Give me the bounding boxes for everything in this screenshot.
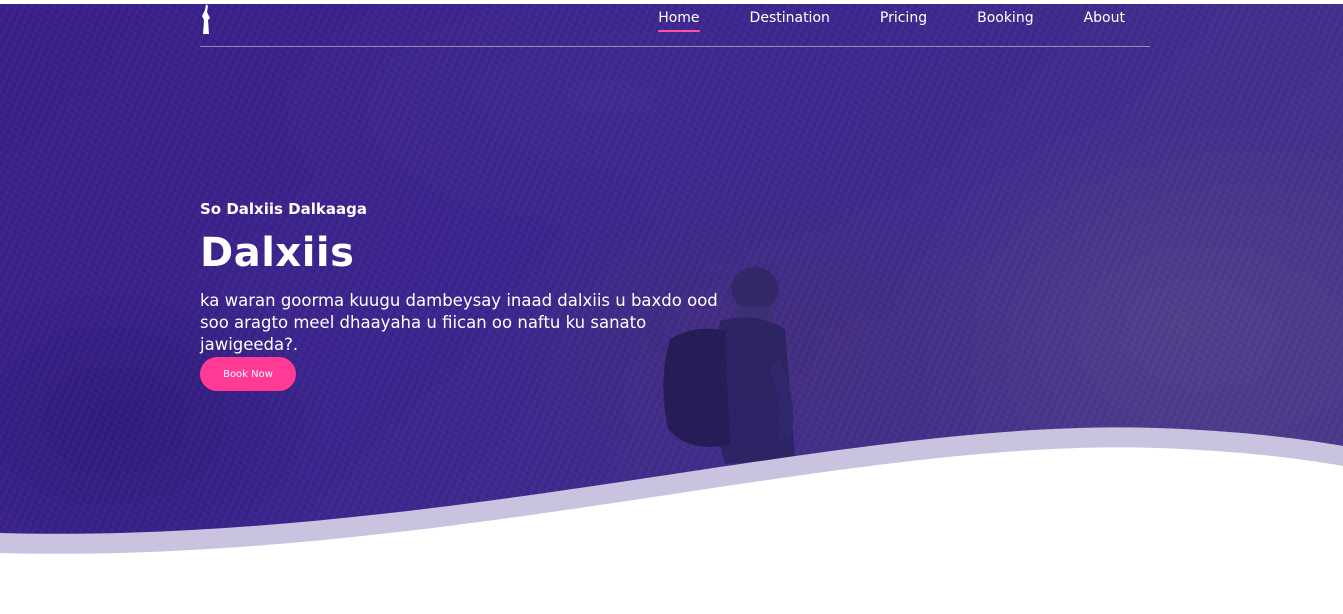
hero-description-line-2: soo aragto meel dhaayaha u fiican oo naf… — [200, 313, 647, 354]
nav-item-destination[interactable]: Destination — [750, 10, 830, 32]
hero-eyebrow: So Dalxiis Dalkaaga — [200, 200, 367, 218]
hero-description-line-1: ka waran goorma kuugu dambeysay inaad da… — [200, 291, 718, 310]
top-strip — [0, 0, 1343, 4]
hero-wave-divider — [0, 427, 1343, 614]
hiker-silhouette-icon[interactable] — [200, 4, 212, 36]
nav-item-pricing[interactable]: Pricing — [880, 10, 927, 32]
top-navigation: Home Destination Pricing Booking About — [200, 4, 1150, 47]
hero-title: Dalxiis — [200, 230, 355, 276]
nav-item-home[interactable]: Home — [658, 10, 700, 32]
book-now-button[interactable]: Book Now — [200, 357, 296, 391]
nav-item-booking[interactable]: Booking — [977, 10, 1034, 32]
nav-links: Home Destination Pricing Booking About — [608, 10, 1125, 32]
nav-item-about[interactable]: About — [1084, 10, 1125, 32]
hero-description: ka waran goorma kuugu dambeysay inaad da… — [200, 290, 720, 356]
